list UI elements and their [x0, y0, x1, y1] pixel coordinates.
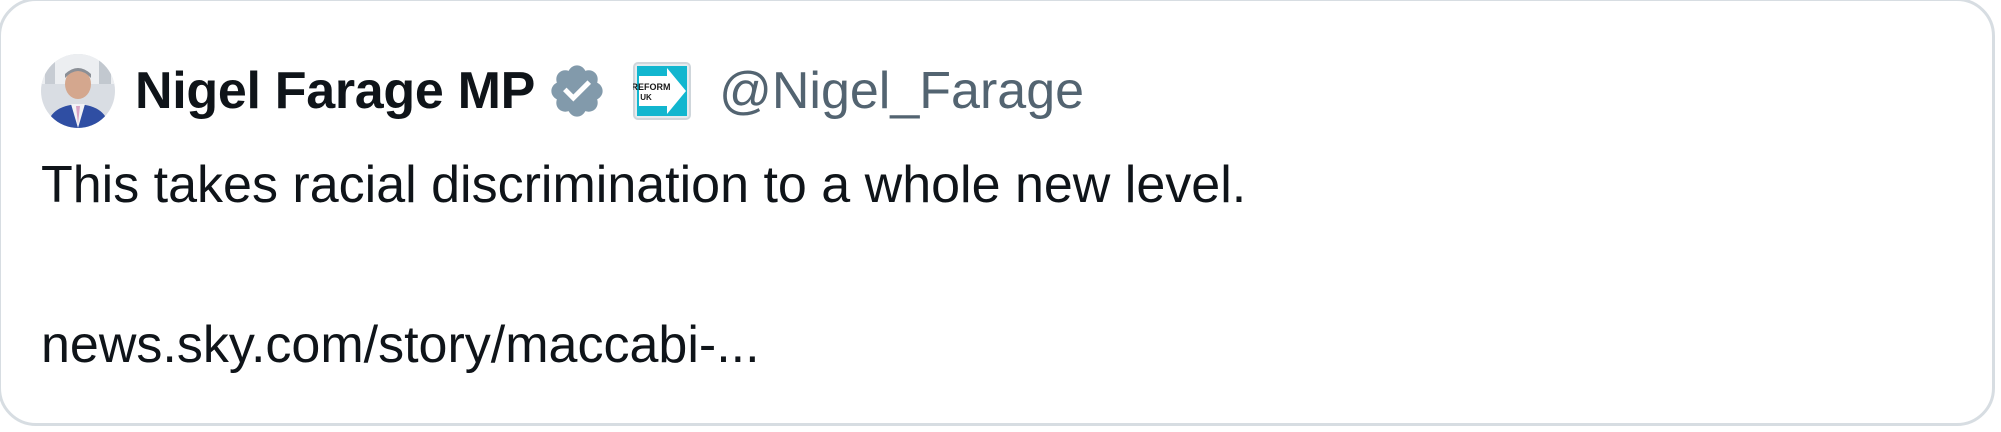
reform-logo-text-line1: REFORM	[633, 82, 671, 92]
verified-badge-icon	[547, 61, 607, 121]
author-handle[interactable]: @Nigel_Farage	[719, 65, 1084, 117]
avatar[interactable]	[41, 54, 115, 128]
reform-uk-logo-icon[interactable]: REFORM UK	[633, 62, 692, 120]
post-header: Nigel Farage MP REFORM UK @Nigel_Farage	[41, 51, 1084, 131]
profile-photo-icon	[41, 54, 115, 128]
post-text: This takes racial discrimination to a wh…	[41, 156, 1247, 214]
quoted-post-card[interactable]: Nigel Farage MP REFORM UK @Nigel_Farage …	[0, 0, 1995, 426]
post-link[interactable]: news.sky.com/story/maccabi-...	[41, 313, 760, 377]
reform-logo-text-line2: UK	[640, 93, 652, 102]
author-display-name[interactable]: Nigel Farage MP	[135, 65, 535, 117]
